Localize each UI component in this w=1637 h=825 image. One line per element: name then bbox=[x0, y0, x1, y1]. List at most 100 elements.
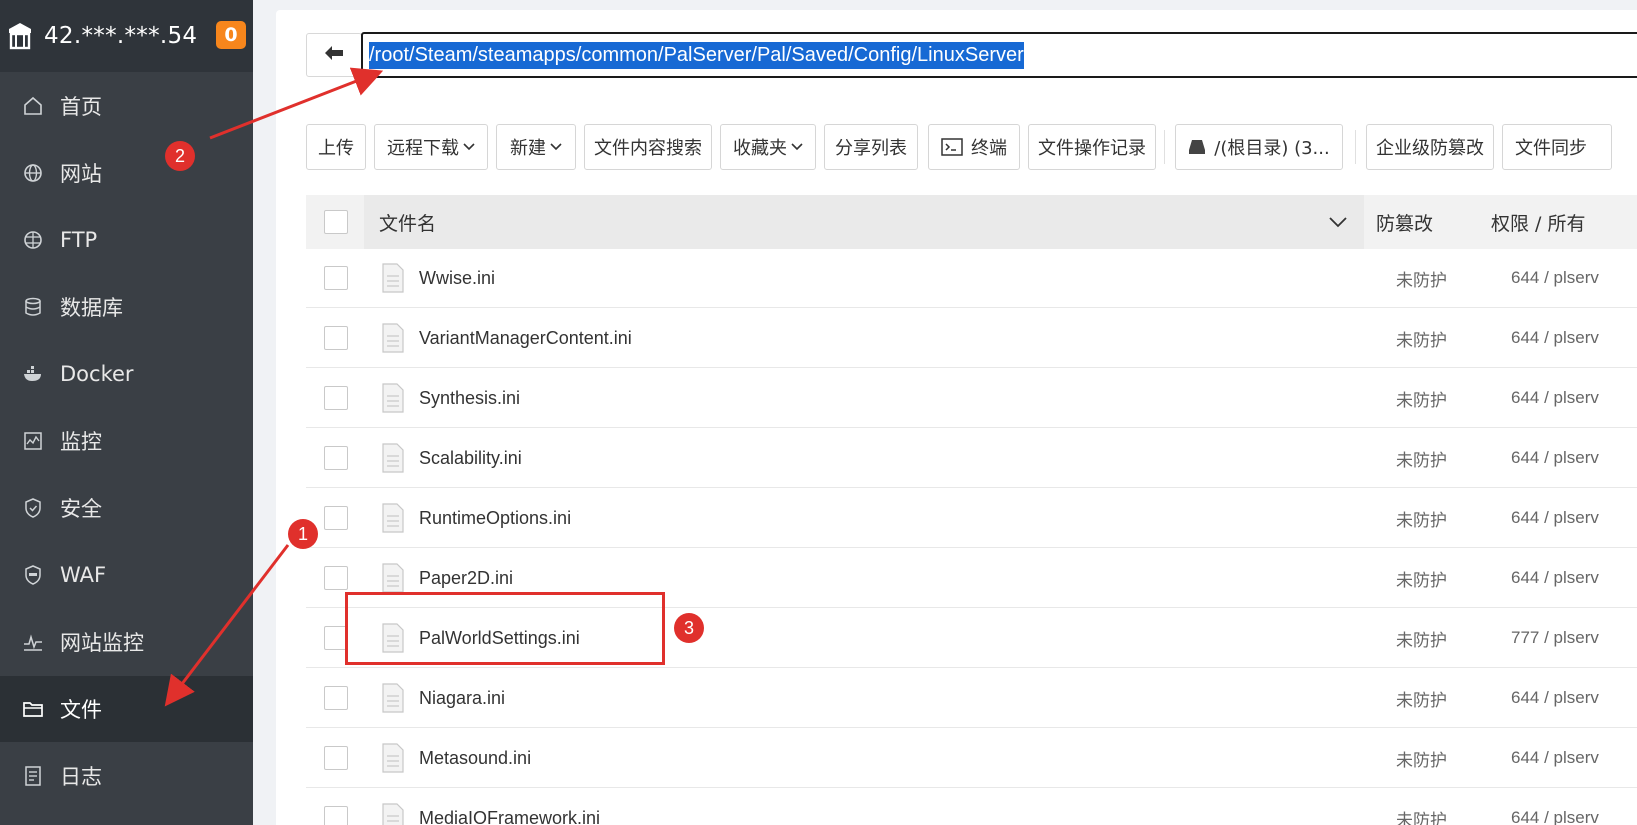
file-manager-panel: /root/Steam/steamapps/common/PalServer/P… bbox=[276, 10, 1637, 825]
permission-owner[interactable]: 644 / plserv bbox=[1511, 489, 1599, 547]
share-list-label: 分享列表 bbox=[835, 138, 907, 159]
file-name[interactable]: Niagara.ini bbox=[419, 669, 505, 727]
globe-icon bbox=[22, 162, 44, 184]
tamper-proof-button[interactable]: 企业级防篡改 bbox=[1366, 124, 1494, 170]
sidebar-item-home[interactable]: 首页 bbox=[0, 73, 253, 139]
remote-download-button[interactable]: 远程下载 bbox=[374, 124, 488, 170]
protect-status: 未防护 bbox=[1396, 450, 1447, 471]
table-row[interactable]: Niagara.ini 未防护 644 / plserv bbox=[306, 669, 1637, 728]
sidebar-item-label: 网站监控 bbox=[60, 631, 144, 655]
row-checkbox[interactable] bbox=[324, 326, 348, 350]
file-icon bbox=[382, 383, 404, 413]
file-name[interactable]: Metasound.ini bbox=[419, 729, 531, 787]
remote-download-label: 远程下载 bbox=[387, 138, 459, 159]
sidebar-item-database[interactable]: 数据库 bbox=[0, 274, 253, 340]
new-label: 新建 bbox=[510, 138, 546, 159]
row-checkbox[interactable] bbox=[324, 806, 348, 825]
permission-owner[interactable]: 644 / plserv bbox=[1511, 429, 1599, 487]
sidebar-item-logs[interactable]: 日志 bbox=[0, 743, 253, 809]
server-logo-icon bbox=[6, 21, 34, 51]
share-list-button[interactable]: 分享列表 bbox=[824, 124, 918, 170]
name-column-header[interactable]: 文件名 bbox=[364, 195, 1364, 249]
table-row[interactable]: Scalability.ini 未防护 644 / plserv bbox=[306, 429, 1637, 488]
row-checkbox[interactable] bbox=[324, 266, 348, 290]
terminal-button[interactable]: 终端 bbox=[928, 124, 1020, 170]
column-header-protect[interactable]: 防篡改 bbox=[1376, 195, 1433, 249]
path-input[interactable]: /root/Steam/steamapps/common/PalServer/P… bbox=[361, 32, 1637, 78]
log-icon bbox=[22, 765, 44, 787]
file-name[interactable]: VariantManagerContent.ini bbox=[419, 309, 632, 367]
favorites-button[interactable]: 收藏夹 bbox=[720, 124, 816, 170]
file-icon bbox=[382, 443, 404, 473]
pulse-icon bbox=[22, 631, 44, 653]
sidebar-item-monitor[interactable]: 监控 bbox=[0, 408, 253, 474]
monitor-icon bbox=[22, 430, 44, 452]
notification-badge[interactable]: 0 bbox=[216, 21, 246, 49]
sidebar-item-label: 文件 bbox=[60, 698, 102, 722]
permission-owner[interactable]: 644 / plserv bbox=[1511, 249, 1599, 307]
content-search-label: 文件内容搜索 bbox=[594, 138, 702, 159]
permission-owner[interactable]: 644 / plserv bbox=[1511, 729, 1599, 787]
table-row[interactable]: Metasound.ini 未防护 644 / plserv bbox=[306, 729, 1637, 788]
table-row[interactable]: Wwise.ini 未防护 644 / plserv bbox=[306, 249, 1637, 308]
path-text: /root/Steam/steamapps/common/PalServer/P… bbox=[369, 41, 1024, 69]
disk-select-button[interactable]: /(根目录) (3... bbox=[1175, 124, 1343, 170]
table-row[interactable]: MediaIOFramework.ini 未防护 644 / plserv bbox=[306, 789, 1637, 825]
waf-shield-icon bbox=[22, 564, 44, 586]
protect-status: 未防护 bbox=[1396, 810, 1447, 825]
annotation-badge-1: 1 bbox=[288, 519, 318, 549]
new-button[interactable]: 新建 bbox=[496, 124, 576, 170]
content-search-button[interactable]: 文件内容搜索 bbox=[584, 124, 712, 170]
toolbar-divider bbox=[1164, 130, 1165, 164]
file-name[interactable]: Synthesis.ini bbox=[419, 369, 520, 427]
row-checkbox[interactable] bbox=[324, 386, 348, 410]
sidebar-item-label: 首页 bbox=[60, 95, 102, 119]
back-button[interactable] bbox=[306, 33, 362, 77]
table-row[interactable]: Synthesis.ini 未防护 644 / plserv bbox=[306, 369, 1637, 428]
file-name[interactable]: MediaIOFramework.ini bbox=[419, 789, 600, 825]
sidebar-item-security[interactable]: 安全 bbox=[0, 475, 253, 541]
protect-status: 未防护 bbox=[1396, 510, 1447, 531]
permission-owner[interactable]: 777 / plserv bbox=[1511, 609, 1599, 667]
row-checkbox[interactable] bbox=[324, 506, 348, 530]
select-all-checkbox[interactable] bbox=[324, 210, 348, 234]
sidebar-item-waf[interactable]: WAF bbox=[0, 542, 253, 608]
docker-icon bbox=[22, 363, 44, 385]
file-name[interactable]: RuntimeOptions.ini bbox=[419, 489, 571, 547]
sidebar-item-label: 网站 bbox=[60, 162, 102, 186]
row-checkbox[interactable] bbox=[324, 686, 348, 710]
app-window: 42.***.***.54 0 首页 网站 FTP 数据库 Docker 监控 bbox=[0, 0, 1637, 825]
permission-owner[interactable]: 644 / plserv bbox=[1511, 789, 1599, 825]
file-name[interactable]: Wwise.ini bbox=[419, 249, 495, 307]
permission-owner[interactable]: 644 / plserv bbox=[1511, 549, 1599, 607]
sidebar-item-site-monitor[interactable]: 网站监控 bbox=[0, 609, 253, 675]
row-checkbox[interactable] bbox=[324, 566, 348, 590]
op-log-button[interactable]: 文件操作记录 bbox=[1028, 124, 1156, 170]
sync-label: 文件同步 bbox=[1515, 138, 1587, 159]
chevron-down-icon[interactable] bbox=[1328, 195, 1348, 249]
permission-owner[interactable]: 644 / plserv bbox=[1511, 309, 1599, 367]
file-name[interactable]: Scalability.ini bbox=[419, 429, 522, 487]
permission-owner[interactable]: 644 / plserv bbox=[1511, 369, 1599, 427]
table-row[interactable]: VariantManagerContent.ini 未防护 644 / plserv bbox=[306, 309, 1637, 368]
terminal-icon bbox=[941, 138, 963, 156]
sidebar-item-ftp[interactable]: FTP bbox=[0, 207, 253, 273]
protect-status: 未防护 bbox=[1396, 270, 1447, 291]
table-row[interactable]: RuntimeOptions.ini 未防护 644 / plserv bbox=[306, 489, 1637, 548]
protect-status: 未防护 bbox=[1396, 690, 1447, 711]
permission-owner[interactable]: 644 / plserv bbox=[1511, 669, 1599, 727]
row-checkbox[interactable] bbox=[324, 746, 348, 770]
chevron-down-icon bbox=[550, 143, 562, 151]
sidebar-item-sites[interactable]: 网站 bbox=[0, 140, 253, 206]
sidebar-item-docker[interactable]: Docker bbox=[0, 341, 253, 407]
column-header-perm[interactable]: 权限 / 所有 bbox=[1491, 195, 1585, 249]
file-sync-button[interactable]: 文件同步 bbox=[1502, 124, 1612, 170]
upload-button[interactable]: 上传 bbox=[306, 124, 366, 170]
chevron-down-icon bbox=[463, 143, 475, 151]
row-checkbox[interactable] bbox=[324, 446, 348, 470]
sidebar-item-files[interactable]: 文件 bbox=[0, 676, 253, 742]
toolbar-divider bbox=[1355, 130, 1356, 164]
sidebar-item-label: WAF bbox=[60, 563, 107, 587]
toolbar: 上传 远程下载 新建 文件内容搜索 收藏夹 分享列表 终端 文件操作记录 /(根… bbox=[306, 124, 1637, 170]
file-icon bbox=[382, 683, 404, 713]
